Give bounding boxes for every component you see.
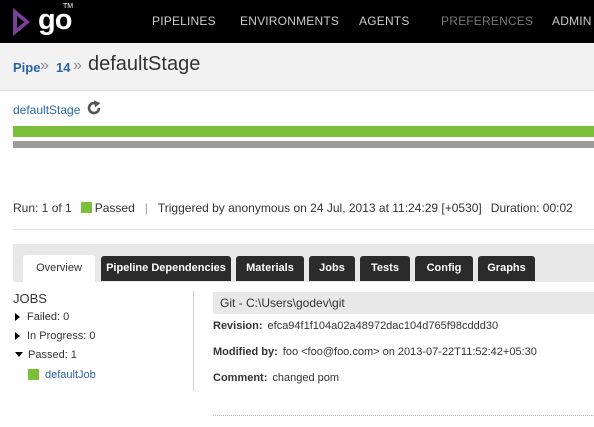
jobs-failed-group[interactable]: Failed: 0 [15, 311, 69, 323]
collapse-icon [15, 352, 23, 357]
revision-value: efca94f1f104a02a48972dac104d765f98cddd30 [267, 320, 499, 332]
go-logo-icon [13, 8, 30, 36]
stage-link[interactable]: defaultStage [13, 103, 80, 117]
jobs-passed-label: Passed: 1 [28, 349, 77, 361]
go-logo[interactable]: go [10, 4, 72, 39]
nav-agents[interactable]: AGENTS [359, 14, 410, 28]
passed-status-icon [28, 369, 39, 380]
comment-label: Comment: [213, 372, 268, 384]
nav-environments[interactable]: ENVIRONMENTS [240, 14, 339, 28]
job-link[interactable]: defaultJob [28, 369, 96, 381]
tab-graphs[interactable]: Graphs [478, 256, 535, 281]
jobs-title: JOBS [13, 291, 47, 306]
nav-admin[interactable]: ADMIN [552, 14, 592, 28]
passed-status-icon [80, 202, 92, 213]
jobs-in-progress-label: In Progress: 0 [27, 330, 96, 342]
nav-preferences[interactable]: PREFERENCES [441, 14, 533, 28]
run-status: Passed [94, 201, 135, 215]
material-header: Git - C:\Users\godev\git [213, 292, 594, 314]
stage-history-bar [13, 141, 594, 148]
revision-row: Revision: efca94f1f104a02a48972dac104d765… [213, 320, 498, 332]
tab-pipeline-dependencies[interactable]: Pipeline Dependencies [101, 256, 231, 281]
expand-icon [15, 332, 20, 340]
page-title: defaultStage [88, 53, 201, 75]
run-duration: Duration: 00:02 [490, 201, 573, 215]
column-divider [193, 291, 194, 391]
breadcrumb-counter-link[interactable]: 14 [56, 60, 70, 75]
nav-pipelines[interactable]: PIPELINES [152, 14, 216, 28]
jobs-passed-group[interactable]: Passed: 1 [15, 349, 77, 361]
breadcrumb-separator: » [73, 57, 82, 74]
comment-row: Comment: changed pom [213, 372, 339, 384]
revision-label: Revision: [213, 320, 263, 332]
jobs-in-progress-group[interactable]: In Progress: 0 [15, 330, 95, 342]
modified-by-label: Modified by: [213, 346, 278, 358]
separator: | [144, 201, 148, 215]
tab-materials[interactable]: Materials [236, 256, 304, 281]
run-info: Run: 1 of 1 Passed | Triggered by anonymous… [13, 201, 573, 215]
tab-jobs[interactable]: Jobs [309, 256, 355, 281]
job-name: defaultJob [45, 369, 96, 381]
triggered-by: Triggered by anonymous on 24 Jul, 2013 a… [157, 201, 482, 215]
top-nav-bar: go TM PIPELINES ENVIRONMENTS AGENTS PREF… [0, 0, 594, 43]
divider [13, 229, 594, 230]
breadcrumb: Pipe » 14 » defaultStage [0, 43, 594, 91]
modified-by-row: Modified by: foo <foo@foo.com> on 2013-07… [213, 346, 537, 358]
run-counter: Run: 1 of 1 [13, 201, 72, 215]
refresh-icon[interactable] [86, 100, 102, 121]
modified-by-value: foo <foo@foo.com> on 2013-07-22T11:52:42… [282, 346, 537, 358]
tab-bar: Overview Pipeline Dependencies Materials… [13, 244, 594, 282]
expand-icon [15, 313, 20, 321]
trademark-mark: TM [63, 3, 74, 10]
stage-progress-bar [13, 126, 594, 137]
tab-tests[interactable]: Tests [360, 256, 410, 281]
comment-value: changed pom [272, 372, 340, 384]
jobs-failed-label: Failed: 0 [27, 311, 70, 323]
breadcrumb-separator: » [40, 57, 49, 74]
dotted-divider [213, 415, 594, 416]
breadcrumb-pipeline-link[interactable]: Pipe [13, 60, 40, 75]
tab-overview[interactable]: Overview [23, 255, 95, 282]
tab-config[interactable]: Config [415, 256, 473, 281]
